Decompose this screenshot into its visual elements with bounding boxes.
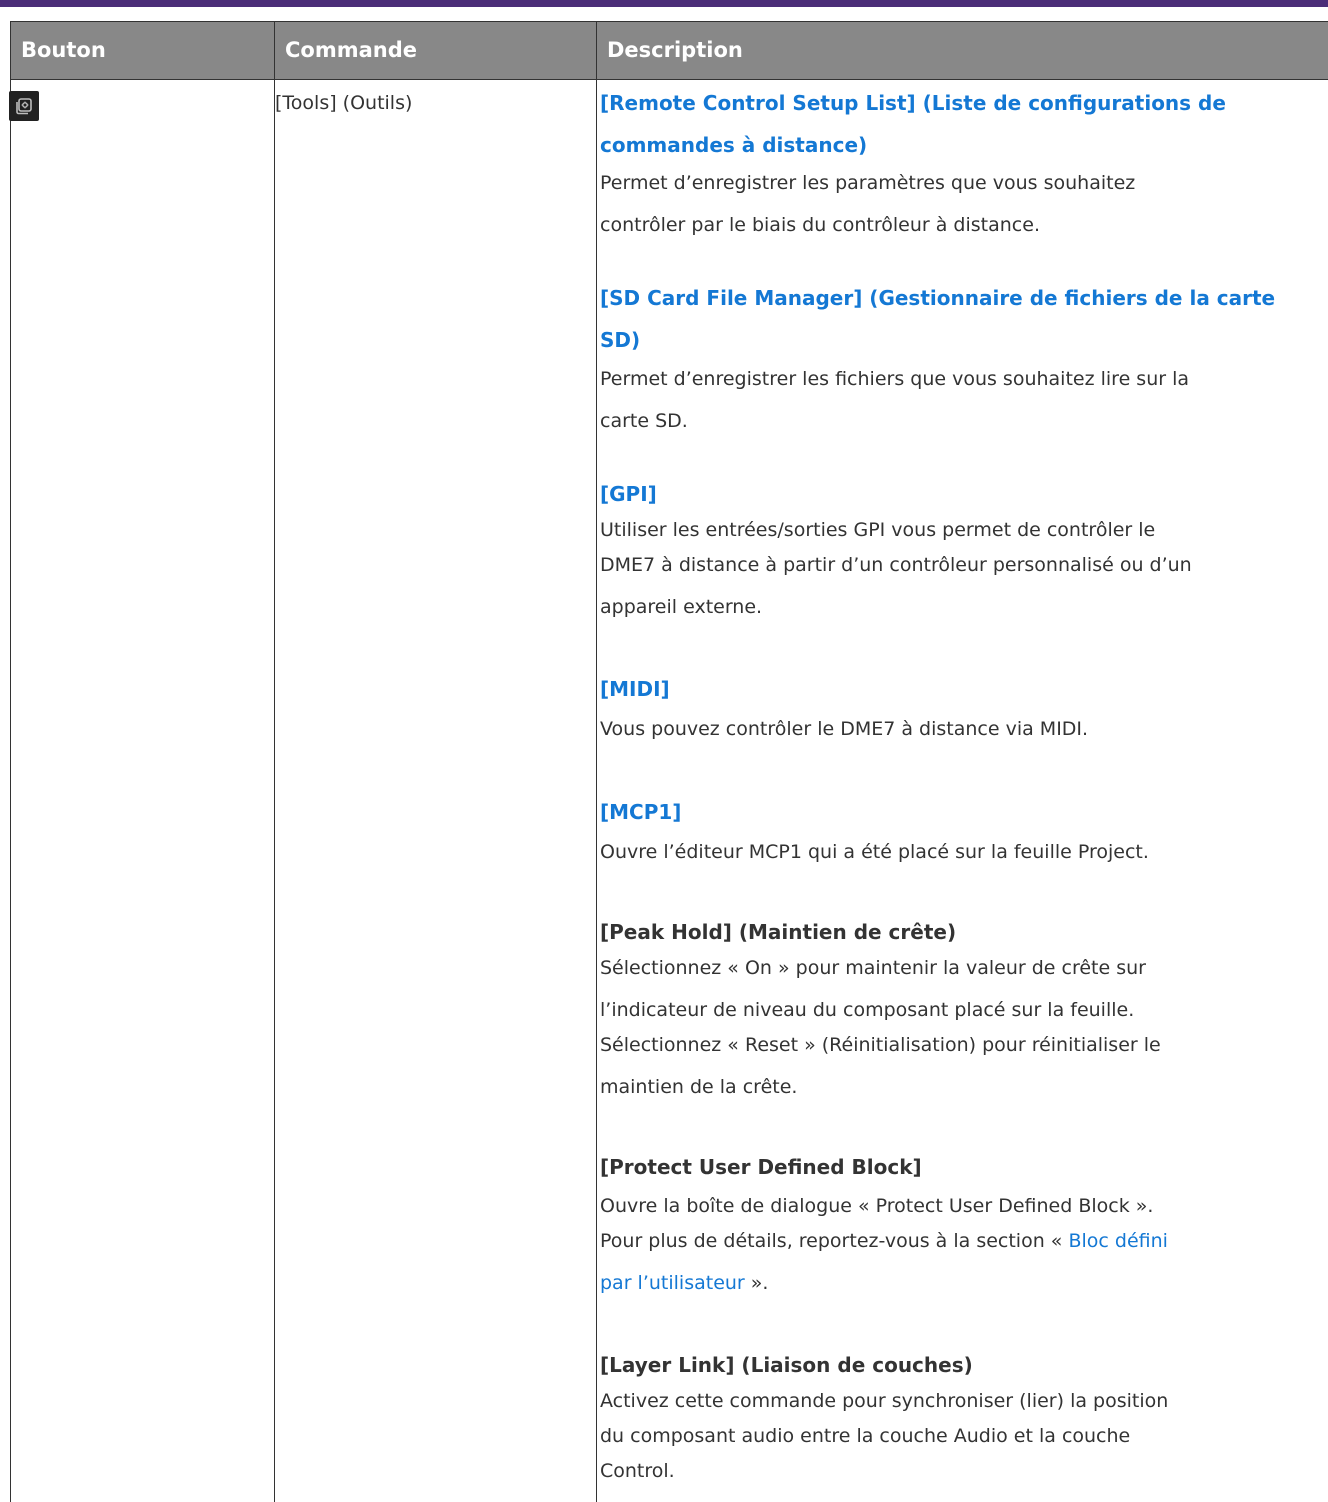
- layer-text: du composant audio entre la couche Audio…: [600, 1425, 1131, 1447]
- sdcard-text: Permet d’enregistrer les fichiers que vo…: [600, 368, 1190, 390]
- peak-hold-title: [Peak Hold] (Maintien de crête): [600, 920, 957, 944]
- top-rule: [0, 0, 1328, 7]
- link-remote-control-setup-list[interactable]: [Remote Control Setup List] (Liste de co…: [600, 91, 1226, 115]
- peak-text: Sélectionnez « On » pour maintenir la va…: [600, 957, 1146, 979]
- header-description: Description: [607, 38, 743, 62]
- link-gpi[interactable]: [GPI]: [600, 482, 657, 506]
- tools-icon: [9, 91, 39, 121]
- protect-text-line2: Pour plus de détails, reportez-vous à la…: [600, 1230, 1168, 1252]
- gpi-text: Utiliser les entrées/sorties GPI vous pe…: [600, 519, 1156, 541]
- remote-text: contrôler par le biais du contrôleur à d…: [600, 214, 1040, 236]
- protect-block-title: [Protect User Defined Block]: [600, 1155, 922, 1179]
- link-sd-card-file-manager-cont[interactable]: SD): [600, 328, 640, 352]
- link-bloc-defini-cont[interactable]: par l’utilisateur: [600, 1272, 745, 1294]
- table-header: Bouton Commande Description: [11, 22, 1328, 80]
- header-bouton: Bouton: [11, 22, 275, 79]
- mcp1-text: Ouvre l’éditeur MCP1 qui a été placé sur…: [600, 841, 1149, 863]
- peak-text: Sélectionnez « Reset » (Réinitialisation…: [600, 1034, 1161, 1056]
- gpi-text: DME7 à distance à partir d’un contrôleur…: [600, 554, 1192, 576]
- midi-text: Vous pouvez contrôler le DME7 à distance…: [600, 718, 1089, 740]
- layer-text: Control.: [600, 1460, 675, 1482]
- protect-text: Ouvre la boîte de dialogue « Protect Use…: [600, 1195, 1154, 1217]
- peak-text: l’indicateur de niveau du composant plac…: [600, 999, 1135, 1021]
- link-mcp1[interactable]: [MCP1]: [600, 800, 681, 824]
- column-divider: [596, 80, 597, 1502]
- protect-text: Pour plus de détails, reportez-vous à la…: [600, 1230, 1069, 1252]
- command-tools: [Tools] (Outils): [275, 92, 413, 114]
- link-remote-control-setup-list-cont[interactable]: commandes à distance): [600, 133, 867, 157]
- link-sd-card-file-manager[interactable]: [SD Card File Manager] (Gestionnaire de …: [600, 286, 1275, 310]
- layer-text: Activez cette commande pour synchroniser…: [600, 1390, 1169, 1412]
- sdcard-text: carte SD.: [600, 410, 688, 432]
- column-divider: [274, 80, 275, 1502]
- gpi-text: appareil externe.: [600, 596, 763, 618]
- remote-text: Permet d’enregistrer les paramètres que …: [600, 172, 1136, 194]
- link-midi[interactable]: [MIDI]: [600, 677, 670, 701]
- link-bloc-defini[interactable]: Bloc défini: [1068, 1230, 1167, 1252]
- protect-text: ».: [744, 1272, 769, 1294]
- header-commande: Commande: [275, 22, 597, 79]
- protect-text-line3: par l’utilisateur ».: [600, 1272, 768, 1294]
- peak-text: maintien de la crête.: [600, 1076, 798, 1098]
- layer-link-title: [Layer Link] (Liaison de couches): [600, 1353, 973, 1377]
